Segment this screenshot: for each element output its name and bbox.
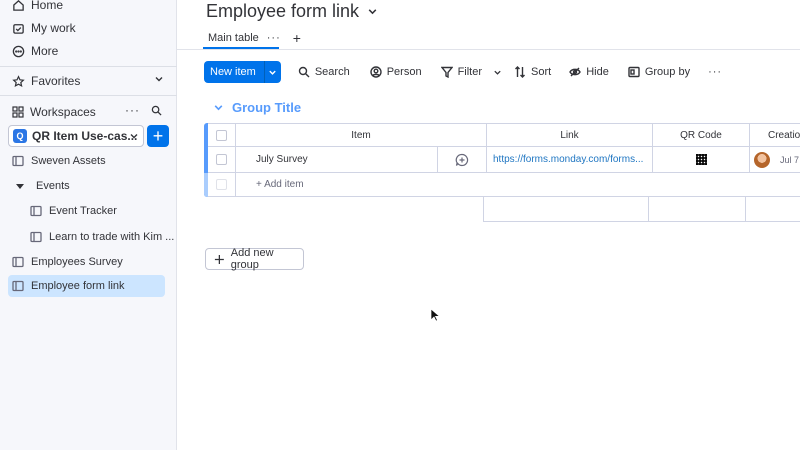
link-cell[interactable]: https://forms.monday.com/forms... [487, 147, 653, 173]
nav-home[interactable]: Home [12, 0, 63, 15]
workspace-badge: Q [13, 129, 27, 143]
new-item-button[interactable]: New item [204, 61, 281, 83]
chevron-down-icon[interactable] [154, 74, 164, 84]
search-icon [298, 66, 310, 78]
chevron-down-icon[interactable] [367, 6, 378, 17]
sidebar-item-employee-form-link[interactable]: Employee form link [8, 275, 165, 297]
sidebar-folder-events[interactable]: Events [16, 175, 70, 197]
checkbox[interactable] [216, 129, 227, 141]
board-icon [12, 155, 24, 167]
view-tabs: Main table ··· + [200, 28, 301, 48]
board-toolbar: New item Search Person Filter Sort Hide … [204, 61, 722, 83]
add-view-button[interactable]: + [293, 30, 301, 46]
workspace-selector[interactable]: Q QR Item Use-cas... [8, 125, 144, 147]
updates-cell[interactable] [438, 147, 487, 173]
add-item-row[interactable]: + Add item [236, 173, 800, 197]
tab-more-icon[interactable]: ··· [267, 32, 281, 44]
group-header[interactable]: Group Title [213, 98, 301, 116]
summary-cell-qr-code [648, 197, 746, 222]
hide-button[interactable]: Hide [569, 66, 609, 78]
search-button[interactable]: Search [298, 66, 350, 78]
board-icon [30, 231, 42, 243]
item-name[interactable]: July Survey [256, 154, 308, 165]
grid-icon [12, 106, 24, 118]
board-icon [12, 280, 24, 292]
nav-my-work[interactable]: My work [12, 18, 76, 38]
form-link[interactable]: https://forms.monday.com/forms... [493, 154, 643, 165]
creation-date: Jul 7 [780, 154, 800, 165]
workspace-more-icon[interactable]: ··· [125, 103, 140, 117]
add-new-group-button[interactable]: Add new group [205, 247, 304, 271]
star-icon [12, 74, 25, 87]
filter-button[interactable]: Filter [440, 66, 502, 78]
calendar-check-icon [13, 23, 24, 34]
favorites-section[interactable]: Favorites [12, 72, 164, 90]
row-select[interactable] [208, 147, 236, 173]
board-icon [12, 256, 24, 268]
chevron-down-icon [130, 134, 138, 139]
board-title[interactable]: Employee form link [206, 0, 378, 22]
chevron-down-icon[interactable] [493, 68, 502, 77]
checkbox [216, 179, 227, 190]
sidebar-divider [0, 66, 177, 67]
column-header-creation[interactable]: Creation [750, 123, 800, 147]
eye-off-icon [569, 67, 582, 77]
sort-icon [515, 66, 526, 78]
add-item-select [208, 173, 236, 197]
qr-code-icon[interactable] [695, 154, 707, 165]
filter-icon [440, 66, 453, 78]
creation-cell[interactable]: Jul 7 [750, 147, 800, 173]
row-item-cell[interactable]: July Survey [236, 147, 438, 173]
group-by-button[interactable]: Group by [628, 66, 690, 78]
board-icon [30, 205, 42, 217]
header-select-all[interactable] [208, 123, 236, 147]
more-circle-icon [12, 45, 25, 57]
toolbar-more-button[interactable]: ··· [708, 66, 722, 78]
person-filter-button[interactable]: Person [370, 66, 422, 78]
sidebar: Home My work More Favorites Workspaces ·… [0, 0, 177, 450]
workspace-name: QR Item Use-cas... [32, 129, 138, 143]
chevron-down-icon[interactable] [213, 102, 224, 113]
checkbox[interactable] [216, 154, 227, 165]
summary-cell-creation [745, 197, 800, 222]
home-icon [13, 0, 24, 11]
column-header-link[interactable]: Link [487, 123, 653, 147]
add-workspace-item-button[interactable]: + [147, 125, 169, 147]
column-header-qr-code[interactable]: QR Code [653, 123, 750, 147]
sort-button[interactable]: Sort [514, 66, 551, 78]
qr-code-cell[interactable] [653, 147, 750, 173]
caret-down-icon [16, 183, 24, 189]
nav-more[interactable]: More [12, 41, 58, 61]
add-update-icon[interactable] [455, 153, 469, 167]
tab-main-table[interactable]: Main table [200, 32, 267, 44]
column-header-item[interactable]: Item [236, 123, 487, 147]
group-by-icon [628, 66, 640, 78]
plus-icon: + [152, 126, 164, 146]
sidebar-divider [0, 95, 177, 96]
person-icon [370, 66, 382, 78]
chevron-down-icon[interactable] [265, 68, 281, 77]
group-table: Item Link QR Code Creation July Survey h… [204, 123, 800, 197]
mouse-cursor-icon [430, 308, 440, 322]
plus-icon [214, 254, 224, 264]
workspaces-header: Workspaces ··· [12, 103, 164, 121]
group-title[interactable]: Group Title [232, 100, 301, 115]
summary-cell-link [483, 197, 649, 222]
sidebar-item-sweven-assets[interactable]: Sweven Assets [12, 150, 106, 172]
tabs-divider [177, 49, 800, 50]
sidebar-item-employees-survey[interactable]: Employees Survey [12, 251, 123, 273]
sidebar-item-learn-to-trade[interactable]: Learn to trade with Kim ... [30, 226, 174, 248]
sidebar-item-event-tracker[interactable]: Event Tracker [30, 200, 117, 222]
avatar [754, 151, 770, 168]
search-icon[interactable] [151, 105, 162, 116]
